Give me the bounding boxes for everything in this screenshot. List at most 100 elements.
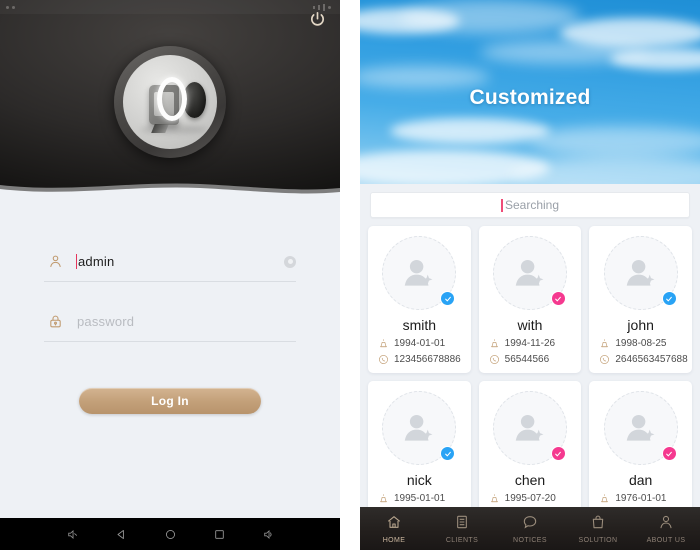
birthday-value: 1976-01-01 (615, 493, 667, 504)
contact-card[interactable]: john 1998-08-25 2646563457688 (589, 226, 692, 373)
person-icon (658, 514, 674, 535)
birthday-icon (380, 494, 387, 503)
recents-icon[interactable] (211, 526, 227, 542)
contacts-screen: Customized Searching smith 1994-01-01 12… (360, 0, 700, 550)
birthday-value: 1995-01-01 (394, 493, 446, 504)
avatar[interactable] (603, 391, 678, 465)
status-dot (12, 5, 15, 9)
contact-card[interactable]: dan 1976-01-01 (589, 381, 692, 512)
phone-icon (600, 355, 610, 364)
app-logo (114, 46, 226, 158)
birthday-icon (380, 339, 387, 348)
verified-icon (666, 296, 673, 301)
person-add-icon (626, 259, 655, 286)
contact-card[interactable]: with 1994-11-26 56544566 (478, 226, 582, 373)
avatar[interactable] (492, 236, 567, 310)
status-badge (440, 446, 456, 461)
status-badge (661, 446, 677, 461)
volume-up-icon[interactable] (260, 526, 276, 542)
verified-icon (555, 296, 562, 301)
verified-icon (444, 451, 451, 456)
tab-solution[interactable]: SOLUTION (564, 514, 632, 544)
password-field[interactable]: password (44, 302, 296, 342)
banner-title: Customized (469, 86, 591, 109)
contact-birthday: 1995-07-20 (483, 493, 578, 504)
contact-birthday: 1994-01-01 (372, 338, 467, 349)
phone-value: 2646563457688 (615, 354, 688, 365)
contact-birthday: 1995-01-01 (372, 493, 467, 504)
chat-bubble-icon (522, 514, 538, 535)
bottom-tab-bar: HOME CLIENTS NOTICES SOLUTION ABOUT US (360, 507, 700, 550)
contact-birthday: 1994-11-26 (483, 338, 578, 349)
banner: Customized (360, 0, 700, 184)
volume-down-icon[interactable] (64, 526, 80, 542)
android-nav-bar (0, 518, 340, 550)
status-badge (550, 291, 566, 306)
status-badge (661, 291, 677, 306)
contact-card-grid: smith 1994-01-01 123456678886 with 1994-… (360, 218, 700, 512)
logo-white-oval (157, 77, 187, 121)
contact-card[interactable]: chen 1995-07-20 (478, 381, 582, 512)
verified-icon (666, 451, 673, 456)
battery-icon (328, 5, 331, 9)
tab-label: CLIENTS (445, 536, 479, 544)
contact-name: dan (628, 472, 653, 488)
search-input[interactable]: Searching (370, 192, 690, 218)
login-form: admin password Log In (0, 196, 340, 414)
tab-home[interactable]: HOME (360, 514, 428, 544)
password-placeholder: password (77, 314, 135, 329)
search-bar[interactable]: Searching (360, 184, 700, 218)
tab-clients[interactable]: CLIENTS (428, 514, 496, 544)
tab-about-us[interactable]: ABOUT US (632, 514, 700, 544)
person-add-icon (515, 259, 544, 286)
avatar[interactable] (603, 236, 678, 310)
lock-icon (44, 314, 66, 329)
phone-value: 56544566 (504, 354, 550, 365)
document-icon (454, 514, 470, 535)
contact-name: john (627, 317, 654, 333)
username-field[interactable]: admin (44, 242, 296, 282)
contact-birthday: 1998-08-25 (593, 338, 688, 349)
phone-icon (489, 355, 499, 364)
birthday-value: 1994-11-26 (504, 338, 556, 349)
tab-notices[interactable]: NOTICES (496, 514, 564, 544)
cloud-shape (530, 126, 700, 156)
contact-phone: 56544566 (483, 354, 578, 365)
birthday-icon (601, 339, 609, 348)
contact-name: with (517, 317, 543, 333)
home-icon[interactable] (162, 526, 178, 542)
status-bar (0, 0, 340, 14)
verified-icon (555, 451, 562, 456)
contact-card[interactable]: smith 1994-01-01 123456678886 (368, 226, 471, 373)
cloud-shape (360, 66, 490, 88)
contact-card[interactable]: nick 1995-01-01 (368, 381, 471, 512)
avatar[interactable] (492, 391, 567, 465)
person-add-icon (405, 259, 433, 286)
back-icon[interactable] (113, 526, 129, 542)
avatar[interactable] (382, 391, 457, 465)
status-badge (440, 291, 456, 306)
cloud-shape (610, 48, 700, 70)
tab-label: ABOUT US (646, 536, 686, 544)
contact-name: chen (514, 472, 546, 488)
house-icon (386, 514, 402, 535)
login-button[interactable]: Log In (79, 388, 261, 414)
text-cursor (76, 254, 77, 269)
birthday-value: 1998-08-25 (615, 338, 667, 349)
birthday-icon (490, 339, 498, 348)
contact-phone: 2646563457688 (593, 354, 688, 365)
cloud-shape (400, 0, 580, 34)
status-dot (6, 5, 9, 9)
search-placeholder: Searching (504, 198, 560, 212)
verified-icon (444, 296, 451, 301)
clear-icon[interactable] (284, 255, 296, 268)
contact-birthday: 1976-01-01 (593, 493, 688, 504)
contact-phone: 123456678886 (372, 354, 467, 365)
phone-icon (379, 355, 388, 364)
avatar[interactable] (382, 236, 457, 310)
person-add-icon (405, 414, 433, 441)
user-icon (44, 254, 66, 269)
power-icon[interactable] (306, 8, 328, 30)
tab-label: NOTICES (513, 536, 547, 544)
person-add-icon (626, 414, 655, 441)
